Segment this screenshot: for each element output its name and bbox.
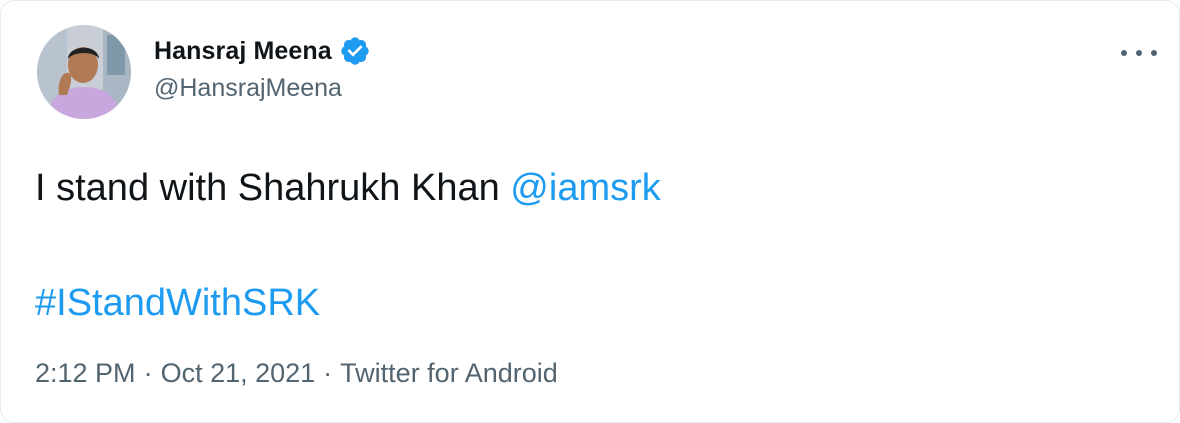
tweet-text-prefix: I stand with Shahrukh Khan	[35, 167, 511, 209]
meta-separator: ·	[143, 358, 153, 388]
tweet-text-blank-line	[35, 212, 661, 279]
tweet-metadata: 2:12 PM · Oct 21, 2021 · Twitter for Android	[35, 358, 558, 389]
verified-badge-icon	[339, 35, 371, 67]
tweet-source-link[interactable]: Twitter for Android	[340, 358, 558, 388]
hashtag-link[interactable]: #IStandWithSRK	[35, 282, 320, 324]
tweet-date[interactable]: Oct 21, 2021	[161, 358, 316, 388]
tweet-card: Hansraj Meena @HansrajMeena I stand with…	[0, 0, 1180, 423]
mention-link[interactable]: @iamsrk	[510, 167, 660, 209]
more-horizontal-icon-dot-3	[1151, 50, 1157, 56]
more-horizontal-icon-dot-1	[1121, 50, 1127, 56]
more-options-button[interactable]	[1121, 41, 1157, 65]
avatar[interactable]	[37, 25, 131, 119]
avatar-image	[37, 25, 131, 119]
tweet-text-line-2: #IStandWithSRK	[35, 279, 661, 327]
author-display-name[interactable]: Hansraj Meena	[154, 37, 332, 66]
author-name-row: Hansraj Meena	[154, 34, 371, 68]
tweet-text-line-1: I stand with Shahrukh Khan @iamsrk	[35, 164, 661, 212]
meta-separator: ·	[323, 358, 333, 388]
author-handle[interactable]: @HansrajMeena	[154, 74, 371, 103]
more-horizontal-icon-dot-2	[1136, 50, 1142, 56]
tweet-author: Hansraj Meena @HansrajMeena	[154, 34, 371, 103]
tweet-time[interactable]: 2:12 PM	[35, 358, 136, 388]
tweet-text: I stand with Shahrukh Khan @iamsrk #ISta…	[35, 164, 661, 327]
